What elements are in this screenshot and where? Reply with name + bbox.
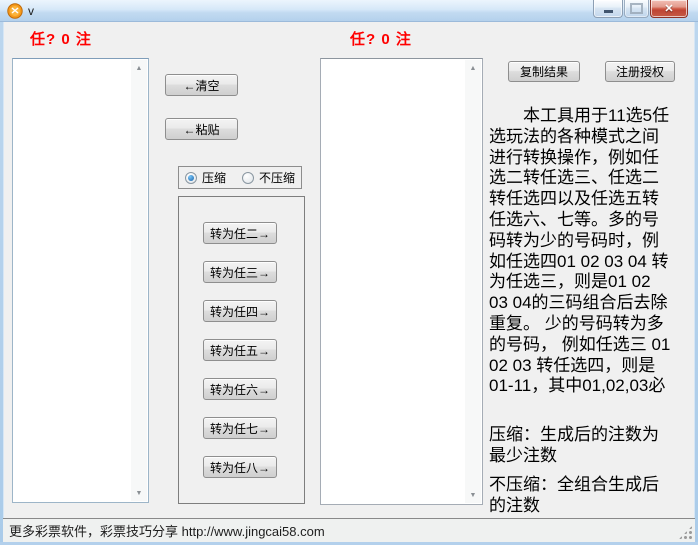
no-compress-radio-label[interactable]: 不压缩 <box>259 169 295 186</box>
close-icon: ✕ <box>664 2 673 15</box>
copy-result-button[interactable]: 复制结果 <box>508 61 580 82</box>
status-bar: 更多彩票软件，彩票技巧分享 http://www.jingcai58.com <box>3 518 695 542</box>
no-compress-radio[interactable] <box>242 172 254 184</box>
minimize-button[interactable] <box>593 0 623 18</box>
input-listbox[interactable]: ▲ ▼ <box>12 58 149 503</box>
convert-ren6-button[interactable]: 转为任六→ <box>203 378 277 400</box>
convert-ren4-button[interactable]: 转为任四→ <box>203 300 277 322</box>
maximize-icon <box>630 3 643 14</box>
result-scrollbar[interactable]: ▲ ▼ <box>465 60 481 503</box>
compress-note: 压缩：生成后的注数为 最少注数 <box>489 424 695 466</box>
compress-option-group: 压缩 不压缩 <box>178 166 302 189</box>
compress-radio[interactable] <box>185 172 197 184</box>
right-count-label: 任? 0 注 <box>350 28 412 49</box>
resize-grip[interactable] <box>678 525 693 540</box>
minimize-icon <box>604 10 613 13</box>
clear-button[interactable]: ←清空 <box>165 74 238 96</box>
convert-ren3-button[interactable]: 转为任三→ <box>203 261 277 283</box>
convert-ren8-button[interactable]: 转为任八→ <box>203 456 277 478</box>
scroll-up-icon[interactable]: ▲ <box>465 60 481 76</box>
convert-ren2-button[interactable]: 转为任二→ <box>203 222 277 244</box>
left-count-label: 任? 0 注 <box>30 28 92 49</box>
help-text: 本工具用于11选5任 选玩法的各种模式之间 进行转换操作，例如任 选二转任选三、… <box>489 106 695 397</box>
window-title: v <box>28 4 34 18</box>
status-text: 更多彩票软件，彩票技巧分享 http://www.jingcai58.com <box>9 521 325 540</box>
app-icon <box>7 3 23 19</box>
compress-radio-label[interactable]: 压缩 <box>202 169 226 186</box>
close-button[interactable]: ✕ <box>650 0 688 18</box>
register-button[interactable]: 注册授权 <box>605 61 675 82</box>
scroll-down-icon[interactable]: ▼ <box>465 487 481 503</box>
scroll-down-icon[interactable]: ▼ <box>131 485 147 501</box>
no-compress-note: 不压缩：全组合生成后 的注数 <box>489 474 695 516</box>
scroll-up-icon[interactable]: ▲ <box>131 60 147 76</box>
window-border-left <box>0 22 4 545</box>
input-scrollbar[interactable]: ▲ ▼ <box>131 60 147 501</box>
convert-ren5-button[interactable]: 转为任五→ <box>203 339 277 361</box>
paste-button[interactable]: ←粘贴 <box>165 118 238 140</box>
result-listbox[interactable]: ▲ ▼ <box>320 58 483 505</box>
maximize-button[interactable] <box>624 0 649 18</box>
convert-ren7-button[interactable]: 转为任七→ <box>203 417 277 439</box>
titlebar: v ✕ <box>0 0 698 22</box>
